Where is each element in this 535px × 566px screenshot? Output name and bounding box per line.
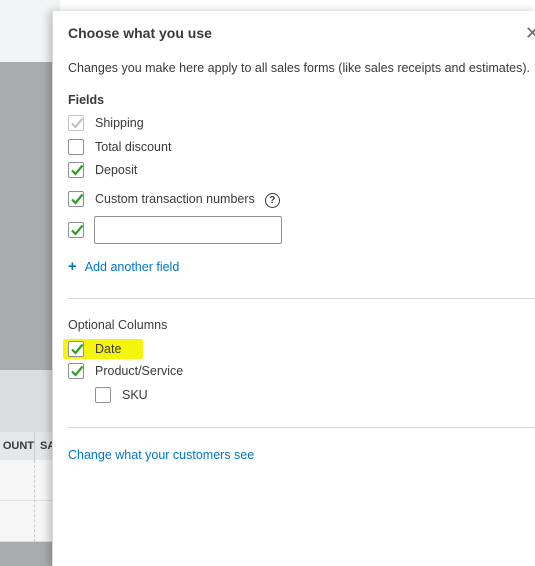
checkmark-icon: [71, 224, 84, 236]
choose-what-you-use-panel: Choose what you use ✕ Changes you make h…: [52, 11, 535, 566]
column-sku-row[interactable]: SKU: [95, 387, 148, 403]
shipping-checkbox[interactable]: [68, 115, 84, 131]
deposit-label: Deposit: [95, 163, 138, 177]
background-band: [0, 370, 60, 432]
background-footer: [0, 542, 60, 566]
checkmark-icon: [71, 343, 84, 355]
fields-section-title: Fields: [68, 93, 105, 107]
change-what-customers-see-link[interactable]: Change what your customers see: [68, 448, 254, 462]
checkmark-icon: [71, 365, 84, 377]
custom-transaction-numbers-checkbox[interactable]: [68, 190, 84, 207]
column-product-service-row[interactable]: Product/Service: [68, 363, 183, 379]
add-another-field-link[interactable]: + Add another field: [68, 258, 180, 275]
close-icon[interactable]: ✕: [525, 23, 535, 44]
custom-field-row[interactable]: [68, 222, 84, 238]
checkmark-icon: [71, 164, 84, 176]
column-date-row[interactable]: Date: [68, 341, 121, 357]
plus-icon: +: [68, 258, 77, 275]
background-app-header: [0, 0, 60, 62]
field-shipping-row[interactable]: Shipping: [68, 115, 144, 131]
background-column-divider: [34, 460, 35, 542]
product-service-checkbox[interactable]: [68, 363, 84, 379]
product-service-label: Product/Service: [95, 364, 184, 378]
add-another-field-label: Add another field: [84, 260, 180, 274]
custom-field-checkbox[interactable]: [68, 222, 84, 238]
checkmark-icon: [71, 117, 84, 129]
background-table-rows: [0, 460, 60, 542]
optional-columns-section-title: Optional Columns: [68, 318, 168, 332]
sku-label: SKU: [122, 388, 148, 402]
panel-description: Changes you make here apply to all sales…: [68, 61, 531, 75]
field-total-discount-row[interactable]: Total discount: [68, 139, 171, 155]
section-divider: [68, 427, 535, 428]
deposit-checkbox[interactable]: [68, 162, 84, 178]
field-deposit-row[interactable]: Deposit: [68, 162, 137, 178]
shipping-label: Shipping: [95, 116, 144, 130]
total-discount-label: Total discount: [95, 140, 172, 154]
section-divider: [68, 298, 535, 299]
background-column-header-amount: OUNT: [0, 432, 35, 460]
custom-transaction-numbers-label: Custom transaction numbers: [95, 191, 255, 206]
field-custom-transaction-numbers-row[interactable]: Custom transaction numbers ?: [68, 189, 280, 208]
background-row-divider: [0, 500, 60, 501]
sku-checkbox[interactable]: [95, 387, 111, 403]
total-discount-checkbox[interactable]: [68, 139, 84, 155]
panel-title: Choose what you use: [68, 25, 212, 41]
background-overlay: [0, 62, 60, 370]
help-icon[interactable]: ?: [264, 193, 280, 208]
date-label: Date: [95, 342, 122, 356]
custom-field-name-input[interactable]: [94, 216, 282, 244]
date-checkbox[interactable]: [68, 341, 84, 357]
checkmark-icon: [71, 193, 84, 205]
